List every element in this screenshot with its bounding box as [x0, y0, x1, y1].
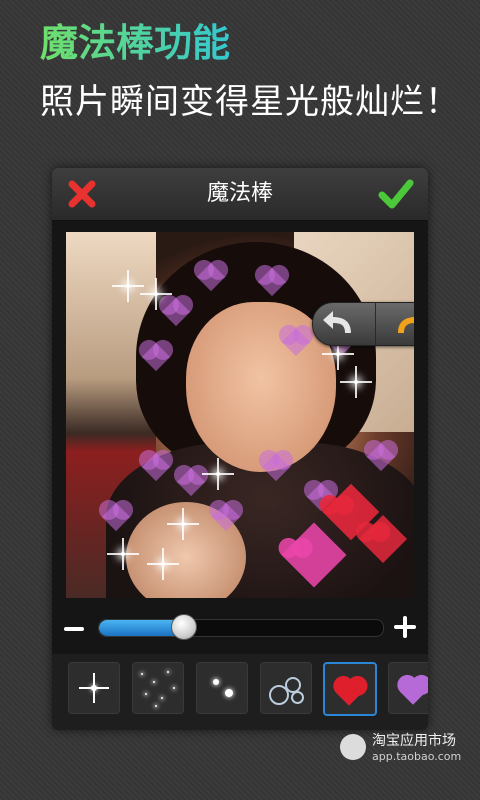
store-name: 淘宝应用市场 [372, 733, 456, 749]
slider-thumb[interactable] [171, 614, 198, 640]
sparkle [140, 278, 172, 310]
store-watermark: 淘宝应用市场 app.taobao.com [340, 733, 462, 766]
sparkle [340, 366, 372, 398]
checkmark-icon [378, 179, 414, 209]
effect-double-sparkle[interactable] [196, 662, 248, 714]
promo-subheadline: 照片瞬间变得星光般灿烂！ [40, 82, 460, 122]
confirm-button[interactable] [378, 178, 414, 210]
editor-window: 魔法棒 [52, 168, 428, 730]
effect-red-heart[interactable] [323, 662, 377, 716]
taobao-logo-icon [340, 734, 366, 760]
sparkle [107, 538, 139, 570]
effect-picker [52, 654, 428, 730]
photo-canvas[interactable] [66, 232, 414, 598]
effect-single-sparkle[interactable] [68, 662, 120, 714]
store-url: app.taobao.com [372, 750, 462, 763]
promo-headline: 魔法棒功能 [40, 18, 230, 68]
sparkle [202, 458, 234, 490]
brush-size-slider-row [52, 608, 428, 652]
slider-track[interactable] [98, 619, 384, 637]
redo-arrow-icon [398, 317, 414, 333]
sparkle [322, 338, 354, 370]
history-controls [312, 302, 414, 346]
sparkle [167, 508, 199, 540]
undo-button[interactable] [313, 303, 375, 345]
minus-icon[interactable] [64, 627, 84, 631]
page-title: 魔法棒 [206, 181, 273, 206]
redo-button[interactable] [375, 303, 414, 345]
title-bar: 魔法棒 [52, 168, 428, 221]
plus-icon[interactable] [394, 616, 416, 638]
undo-arrow-icon [323, 311, 351, 333]
purple-heart-icon [400, 679, 426, 705]
red-heart-icon [336, 680, 362, 706]
effect-bubbles[interactable] [260, 662, 312, 714]
sparkle [147, 548, 179, 580]
effect-purple-heart[interactable] [388, 662, 428, 714]
sparkle [112, 270, 144, 302]
effect-star-dust[interactable] [132, 662, 184, 714]
